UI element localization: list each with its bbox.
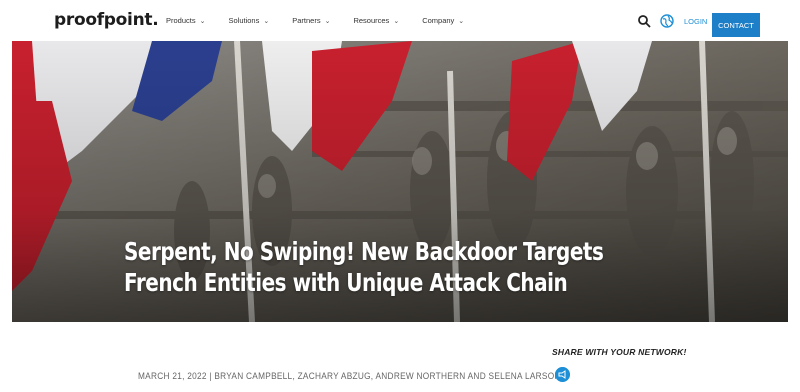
login-link[interactable]: LOGIN	[684, 17, 707, 26]
nav-solutions-label: Solutions	[228, 16, 260, 25]
nav-partners[interactable]: Partners ⌄	[292, 16, 330, 25]
nav-solutions[interactable]: Solutions ⌄	[228, 16, 269, 25]
proofpoint-logo[interactable]: proofpoint.	[54, 10, 159, 30]
article-title-line-1: Serpent, No Swiping! New Backdoor Target…	[124, 237, 604, 266]
article-title-line-2: French Entities with Unique Attack Chain	[124, 268, 568, 297]
nav-products-label: Products	[166, 16, 196, 25]
nav-company-label: Company	[422, 16, 455, 25]
contact-button[interactable]: CONTACT	[712, 13, 760, 37]
nav-resources-label: Resources	[353, 16, 390, 25]
article-date-authors: MARCH 21, 2022 | BRYAN CAMPBELL, ZACHARY…	[138, 371, 561, 381]
search-icon[interactable]	[637, 14, 651, 28]
chevron-down-icon: ⌄	[458, 18, 465, 25]
nav-partners-label: Partners	[292, 16, 321, 25]
share-megaphone-icon[interactable]	[555, 367, 570, 382]
chevron-down-icon: ⌄	[393, 18, 400, 25]
nav-products[interactable]: Products ⌄	[166, 16, 205, 25]
nav-resources[interactable]: Resources ⌄	[353, 16, 399, 25]
chevron-down-icon: ⌄	[199, 18, 206, 25]
main-nav: Products ⌄ Solutions ⌄ Partners ⌄ Resources…	[166, 16, 487, 25]
article-title: Serpent, No Swiping! New Backdoor Target…	[124, 236, 636, 298]
globe-icon[interactable]	[660, 14, 674, 28]
nav-company[interactable]: Company ⌄	[422, 16, 464, 25]
share-heading: SHARE WITH YOUR NETWORK!	[552, 347, 687, 357]
hero-banner: Serpent, No Swiping! New Backdoor Target…	[12, 41, 788, 322]
chevron-down-icon: ⌄	[324, 18, 331, 25]
chevron-down-icon: ⌄	[263, 18, 270, 25]
top-navigation-bar: proofpoint. Products ⌄ Solutions ⌄ Partner…	[0, 0, 800, 41]
